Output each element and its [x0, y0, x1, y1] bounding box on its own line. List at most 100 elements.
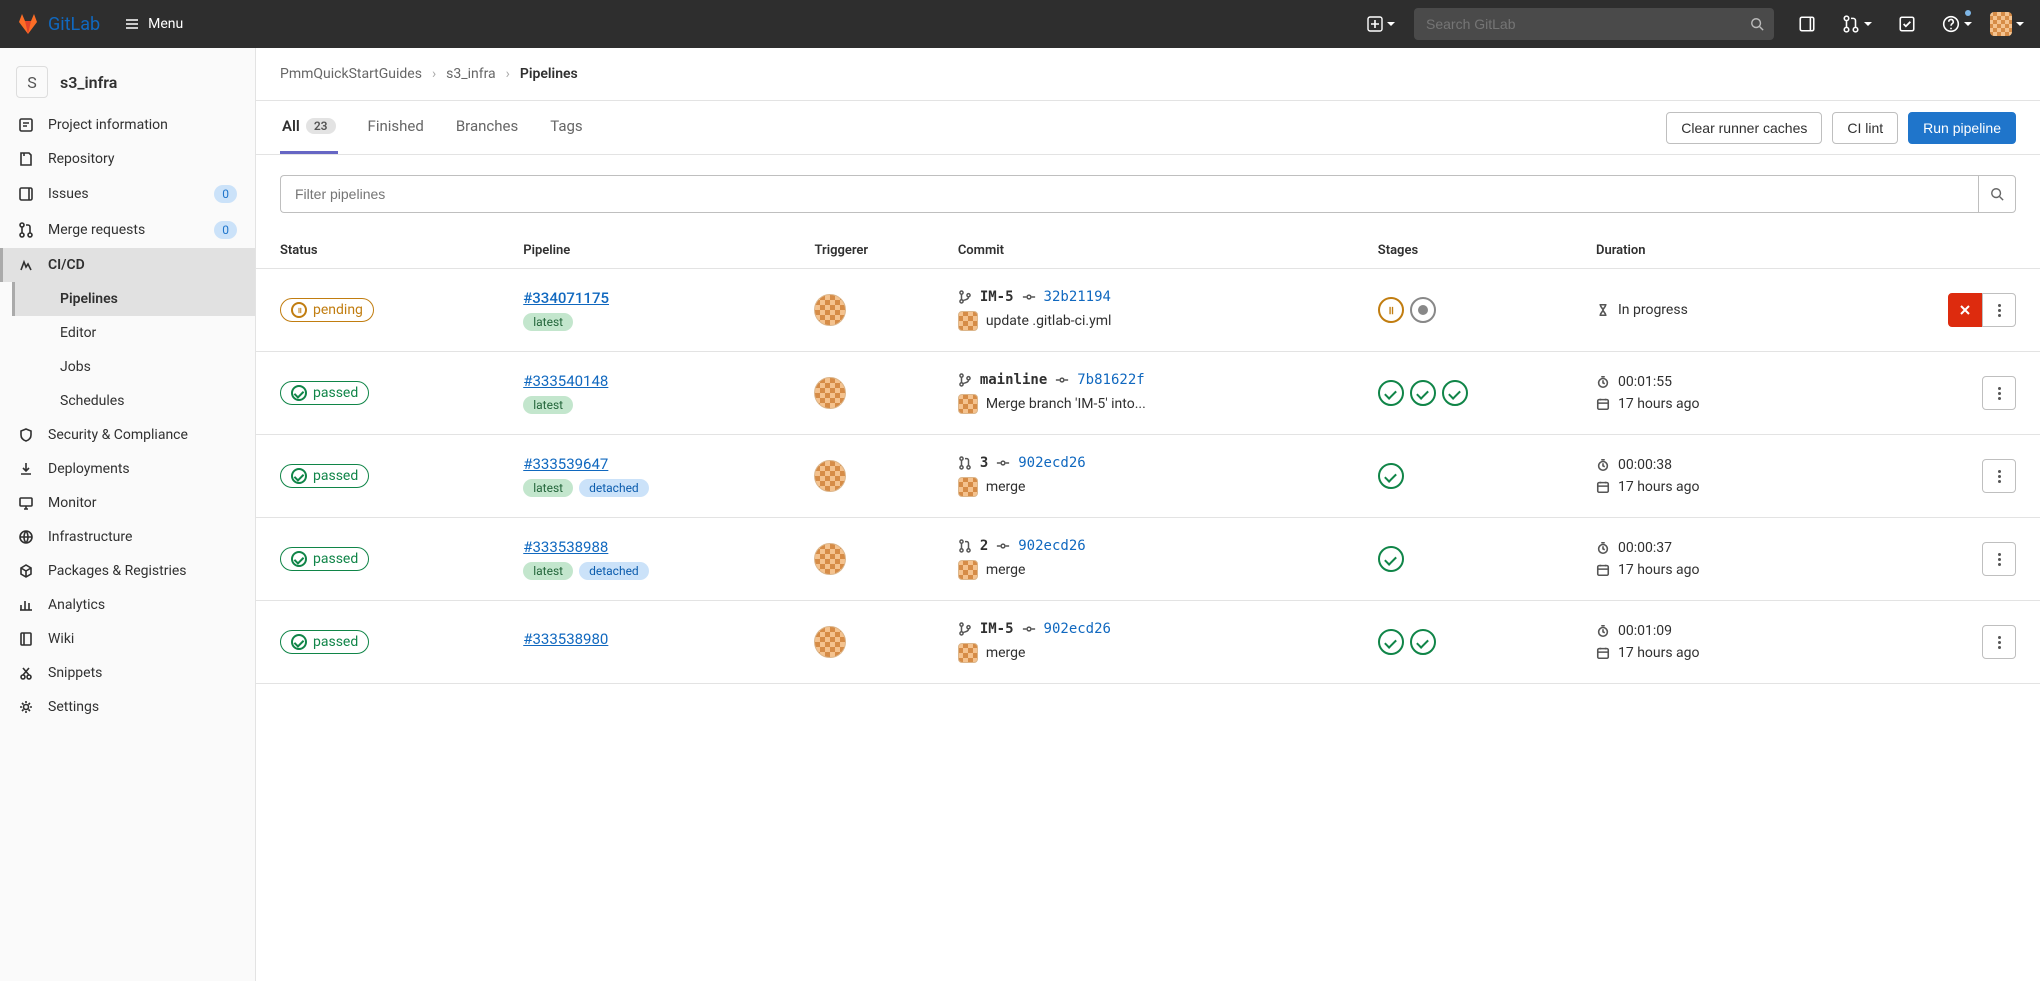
search-input[interactable]: [1424, 15, 1750, 33]
sidebar-item-snippets[interactable]: Snippets: [0, 656, 255, 690]
row-menu-button[interactable]: [1982, 293, 2016, 327]
row-menu-button[interactable]: [1982, 542, 2016, 576]
security-compliance-icon: [18, 427, 34, 443]
global-search[interactable]: [1414, 8, 1774, 40]
project-header[interactable]: S s3_infra: [0, 56, 255, 108]
tab-all[interactable]: All23: [280, 101, 338, 154]
help-button[interactable]: [1940, 7, 1974, 41]
search-icon: [1990, 187, 2004, 201]
gitlab-logo[interactable]: GitLab: [16, 12, 100, 36]
sidebar-item-label: Repository: [48, 151, 114, 167]
sidebar-subitem-editor[interactable]: Editor: [12, 316, 255, 350]
merge-requests-shortcut[interactable]: [1840, 7, 1874, 41]
triggerer-avatar[interactable]: [814, 626, 846, 658]
column-header: Duration: [1588, 233, 1834, 269]
triggerer-avatar[interactable]: [814, 294, 846, 326]
sidebar-item-infrastructure[interactable]: Infrastructure: [0, 520, 255, 554]
status-badge[interactable]: passed: [280, 381, 369, 405]
commit-author-avatar[interactable]: [958, 643, 978, 663]
user-menu[interactable]: [1990, 7, 2024, 41]
sidebar-subitem-pipelines[interactable]: Pipelines: [12, 282, 255, 316]
row-menu-button[interactable]: [1982, 459, 2016, 493]
commit-author-avatar[interactable]: [958, 560, 978, 580]
sidebar-item-label: Project information: [48, 117, 168, 133]
filter-input[interactable]: [280, 175, 1978, 213]
stage-pass[interactable]: [1378, 463, 1404, 489]
sidebar-item-packages-registries[interactable]: Packages & Registries: [0, 554, 255, 588]
column-header: Commit: [950, 233, 1370, 269]
hamburger-icon: [124, 16, 140, 32]
sidebar-item-wiki[interactable]: Wiki: [0, 622, 255, 656]
commit-author-avatar[interactable]: [958, 311, 978, 331]
status-badge[interactable]: passed: [280, 547, 369, 571]
triggerer-avatar[interactable]: [814, 543, 846, 575]
stage-pass[interactable]: [1378, 546, 1404, 572]
sidebar-subitem-jobs[interactable]: Jobs: [12, 350, 255, 384]
triggerer-avatar[interactable]: [814, 377, 846, 409]
commit-sha-link[interactable]: 902ecd26: [1018, 538, 1085, 554]
commit-author-avatar[interactable]: [958, 394, 978, 414]
sidebar-item-settings[interactable]: Settings: [0, 690, 255, 724]
status-badge[interactable]: ॥pending: [280, 298, 374, 322]
menu-button[interactable]: Menu: [116, 12, 191, 36]
breadcrumb-link[interactable]: PmmQuickStartGuides: [280, 66, 422, 82]
analytics-icon: [18, 597, 34, 613]
ci-lint-button[interactable]: CI lint: [1832, 112, 1898, 144]
stage-skip[interactable]: [1410, 297, 1436, 323]
project-avatar: S: [16, 66, 48, 98]
commit-sha-link[interactable]: 902ecd26: [1018, 455, 1085, 471]
stage-pend[interactable]: [1378, 297, 1404, 323]
breadcrumb-link[interactable]: s3_infra: [446, 66, 496, 82]
commit-sha-link[interactable]: 902ecd26: [1044, 621, 1111, 637]
run-pipeline-button[interactable]: Run pipeline: [1908, 112, 2016, 144]
top-navbar: GitLab Menu: [0, 0, 2040, 48]
todos-shortcut[interactable]: [1890, 7, 1924, 41]
stage-pass[interactable]: [1378, 629, 1404, 655]
row-menu-button[interactable]: [1982, 625, 2016, 659]
sidebar-item-cicd[interactable]: CI/CD: [0, 248, 255, 282]
pipeline-id-link[interactable]: #333540148: [523, 372, 608, 390]
issues-icon: [1798, 15, 1816, 33]
sidebar-item-deployments[interactable]: Deployments: [0, 452, 255, 486]
stage-pass[interactable]: [1378, 380, 1404, 406]
triggerer-avatar[interactable]: [814, 460, 846, 492]
status-badge[interactable]: passed: [280, 630, 369, 654]
help-icon: [1942, 15, 1960, 33]
commit-author-avatar[interactable]: [958, 477, 978, 497]
commit-cell: 2902ecd26 merge: [958, 538, 1278, 580]
sidebar-item-issues[interactable]: Issues0: [0, 176, 255, 212]
ref-name[interactable]: IM-5: [980, 621, 1014, 637]
sidebar-item-label: Monitor: [48, 495, 97, 511]
sidebar-item-monitor[interactable]: Monitor: [0, 486, 255, 520]
commit-sha-link[interactable]: 7b81622f: [1077, 372, 1144, 388]
sidebar-item-label: Infrastructure: [48, 529, 132, 545]
pipeline-id-link[interactable]: #333538988: [523, 538, 608, 556]
sidebar-item-merge-requests[interactable]: Merge requests0: [0, 212, 255, 248]
row-menu-button[interactable]: [1982, 376, 2016, 410]
cancel-pipeline-button[interactable]: [1948, 293, 1982, 327]
ref-name[interactable]: 3: [980, 455, 988, 471]
tab-tags[interactable]: Tags: [548, 101, 584, 154]
tab-branches[interactable]: Branches: [454, 101, 520, 154]
ref-name[interactable]: IM-5: [980, 289, 1014, 305]
plus-button[interactable]: [1364, 7, 1398, 41]
stage-pass[interactable]: [1410, 380, 1436, 406]
status-badge[interactable]: passed: [280, 464, 369, 488]
stage-pass[interactable]: [1410, 629, 1436, 655]
ref-name[interactable]: mainline: [980, 372, 1047, 388]
sidebar-item-analytics[interactable]: Analytics: [0, 588, 255, 622]
sidebar-item-repository[interactable]: Repository: [0, 142, 255, 176]
issues-shortcut[interactable]: [1790, 7, 1824, 41]
pipeline-id-link[interactable]: #333539647: [523, 455, 608, 473]
sidebar-item-project-information[interactable]: Project information: [0, 108, 255, 142]
tab-finished[interactable]: Finished: [366, 101, 426, 154]
pipeline-id-link[interactable]: #334071175: [523, 289, 609, 307]
stage-pass[interactable]: [1442, 380, 1468, 406]
filter-search-button[interactable]: [1978, 175, 2016, 213]
sidebar-item-security-compliance[interactable]: Security & Compliance: [0, 418, 255, 452]
sidebar-subitem-schedules[interactable]: Schedules: [12, 384, 255, 418]
commit-sha-link[interactable]: 32b21194: [1044, 289, 1111, 305]
ref-name[interactable]: 2: [980, 538, 988, 554]
pipeline-id-link[interactable]: #333538980: [523, 630, 608, 648]
clear-runner-caches-button[interactable]: Clear runner caches: [1666, 112, 1822, 144]
